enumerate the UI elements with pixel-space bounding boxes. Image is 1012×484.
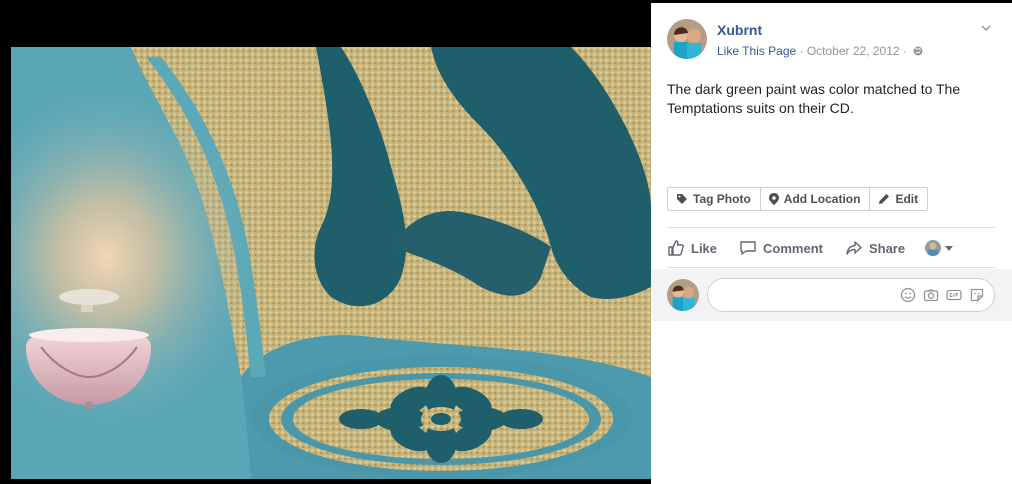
meta-separator: · — [899, 44, 911, 58]
reaction-profile-selector[interactable] — [925, 240, 954, 256]
comment-label: Comment — [763, 240, 823, 256]
comment-button[interactable]: Comment — [739, 239, 823, 257]
tag-photo-button[interactable]: Tag Photo — [668, 188, 761, 210]
post-caption: The dark green paint was color matched t… — [667, 81, 961, 116]
share-label: Share — [868, 240, 906, 256]
author-avatar[interactable] — [667, 19, 707, 59]
post-panel: Xubrnt Like This Page · October 22, 2012… — [651, 3, 1012, 484]
post-meta: Like This Page · October 22, 2012 · — [717, 44, 923, 58]
comment-input[interactable] — [707, 278, 995, 312]
caret-down-icon — [945, 246, 954, 251]
author-name[interactable]: Xubrnt — [717, 22, 762, 38]
profile-avatar — [925, 240, 942, 256]
comment-icon — [740, 241, 756, 255]
post-date[interactable]: October 22, 2012 — [807, 44, 900, 58]
ceiling-photo[interactable] — [11, 47, 651, 479]
like-page-link[interactable]: Like This Page — [717, 44, 796, 58]
share-button[interactable]: Share — [845, 239, 905, 257]
edit-label: Edit — [895, 192, 919, 206]
divider — [667, 267, 996, 268]
gif-icon[interactable] — [946, 287, 962, 303]
comment-tools — [893, 287, 985, 303]
add-location-button[interactable]: Add Location — [761, 188, 871, 210]
add-location-label: Add Location — [783, 192, 861, 206]
divider — [667, 227, 996, 228]
meta-separator: · — [796, 44, 807, 58]
photo-viewer: Xubrnt Like This Page · October 22, 2012… — [0, 0, 1012, 484]
globe-icon[interactable] — [913, 46, 923, 56]
tag-icon — [677, 194, 687, 204]
camera-icon[interactable] — [923, 287, 939, 303]
tag-photo-label: Tag Photo — [693, 192, 751, 206]
photo-stage — [0, 0, 651, 484]
edit-button[interactable]: Edit — [870, 188, 927, 210]
reaction-bar: Like Comment Share — [667, 235, 996, 261]
chevron-down-icon[interactable] — [980, 22, 992, 34]
pencil-icon — [879, 194, 890, 204]
like-label: Like — [691, 240, 718, 256]
emoji-icon[interactable] — [900, 287, 916, 303]
thumbs-up-icon — [668, 240, 684, 256]
user-avatar[interactable] — [667, 279, 699, 311]
share-arrow-icon — [846, 241, 862, 255]
location-pin-icon — [768, 193, 779, 205]
like-button[interactable]: Like — [667, 239, 717, 257]
sticker-icon[interactable] — [969, 287, 985, 303]
photo-actions: Tag Photo Add Location Edit — [667, 187, 929, 211]
comment-composer — [651, 269, 1012, 321]
